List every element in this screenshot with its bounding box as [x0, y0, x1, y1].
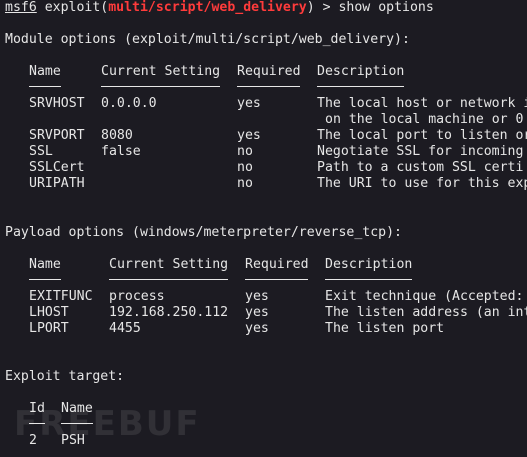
payload-col-required-underline [245, 279, 308, 280]
option-description: Path to a custom SSL certi [317, 160, 524, 175]
option-required: yes [245, 321, 269, 336]
payload-col-name-header: Name [29, 257, 61, 272]
module-col-required-header: Required [237, 64, 301, 79]
option-required: no [237, 160, 253, 175]
option-description: The URI to use for this exp [317, 176, 527, 191]
option-required: no [237, 176, 253, 191]
option-description: Negotiate SSL for incoming [317, 144, 524, 159]
target-col-id-header: Id [29, 401, 45, 416]
option-description-continuation: on the local machine or 0 [325, 112, 524, 127]
target-name: PSH [61, 433, 85, 448]
exploit-target-header: Exploit target: [5, 369, 125, 384]
payload-col-name-underline [29, 279, 61, 280]
option-name: SSL [29, 144, 53, 159]
option-name: URIPATH [29, 176, 85, 191]
module-col-setting-underline [101, 86, 220, 87]
payload-col-setting-header: Current Setting [109, 257, 229, 272]
option-setting: 4455 [109, 321, 141, 336]
module-col-required-underline [237, 86, 300, 87]
option-name: SRVHOST [29, 96, 85, 111]
option-required: yes [245, 305, 269, 320]
module-col-name-header: Name [29, 64, 61, 79]
module-col-name-underline [29, 86, 61, 87]
option-required: yes [237, 96, 261, 111]
module-col-description-underline [317, 86, 404, 87]
prompt-module-path: multi/script/web_delivery [108, 0, 307, 15]
module-col-description-header: Description [317, 64, 405, 79]
module-options-header: Module options (exploit/multi/script/web… [5, 32, 410, 47]
payload-col-description-underline [325, 279, 412, 280]
target-id: 2 [29, 433, 37, 448]
option-setting: 8080 [101, 128, 133, 143]
option-description: The listen address (an int [325, 305, 527, 320]
msf-prompt-label: msf6 [5, 0, 37, 15]
option-description: The local host or network i [317, 96, 527, 111]
prompt-exploit-prefix: exploit( [36, 0, 109, 15]
payload-col-required-header: Required [245, 257, 309, 272]
option-name: SRVPORT [29, 128, 85, 143]
terminal-window: msf6 exploit(multi/script/web_delivery) … [0, 0, 527, 457]
option-required: no [237, 144, 253, 159]
payload-col-description-header: Description [325, 257, 413, 272]
prompt-command: ) > show options [306, 0, 434, 15]
option-required: yes [237, 128, 261, 143]
option-name: EXITFUNC [29, 289, 93, 304]
payload-options-header: Payload options (windows/meterpreter/rev… [5, 225, 402, 240]
command-prompt-line: msf6 exploit(multi/script/web_delivery) … [5, 0, 434, 16]
option-setting: process [109, 289, 165, 304]
target-col-name-header: Name [61, 401, 93, 416]
option-description: The local port to listen or [317, 128, 527, 143]
option-name: LPORT [29, 321, 69, 336]
target-col-name-underline [61, 423, 93, 424]
option-setting: false [101, 144, 141, 159]
option-description: The listen port [325, 321, 445, 336]
option-name: LHOST [29, 305, 69, 320]
option-setting: 192.168.250.112 [109, 305, 229, 320]
payload-col-setting-underline [109, 279, 228, 280]
option-name: SSLCert [29, 160, 85, 175]
option-required: yes [245, 289, 269, 304]
target-col-id-underline [29, 423, 45, 424]
option-setting: 0.0.0.0 [101, 96, 157, 111]
option-description: Exit technique (Accepted: [325, 289, 524, 304]
module-col-setting-header: Current Setting [101, 64, 221, 79]
